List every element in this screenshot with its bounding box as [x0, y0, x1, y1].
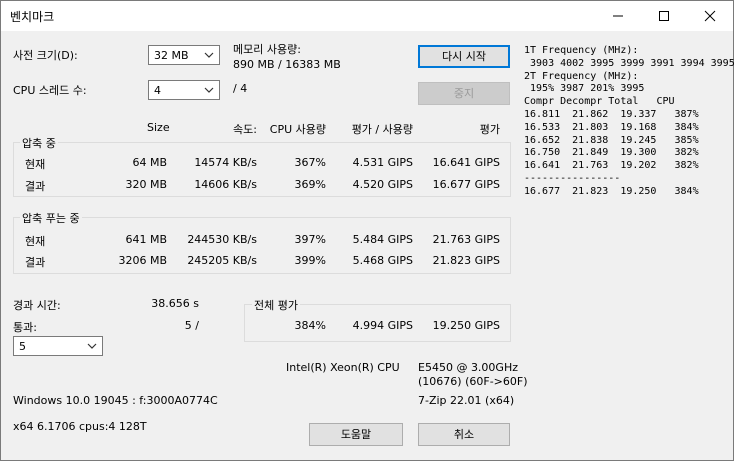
overall-cpu: 384%	[294, 319, 326, 332]
row-speed: 244530 KB/s	[187, 233, 257, 246]
row-avg: 5.468 GIPS	[352, 254, 413, 267]
chevron-down-icon	[204, 52, 214, 58]
log-line: 2T Frequency (MHz):	[524, 70, 639, 82]
restart-button[interactable]: 다시 시작	[418, 45, 510, 68]
row-name: 현재	[25, 158, 46, 171]
cpu-threads-dropdown[interactable]: 4	[148, 80, 220, 100]
maximize-icon	[659, 11, 669, 21]
log-line: 195% 3987 201% 3995	[524, 83, 645, 95]
log-line: 16.750 21.849 19.300 382%	[524, 147, 699, 159]
row-rating: 21.823 GIPS	[432, 254, 500, 267]
header-avg: 평가 / 사용량	[351, 123, 413, 136]
cpu-id: (10676) (60F->60F)	[418, 375, 528, 388]
cancel-button[interactable]: 취소	[418, 423, 510, 446]
row-cpu: 399%	[294, 254, 326, 267]
row-speed: 245205 KB/s	[187, 254, 257, 267]
row-avg: 4.531 GIPS	[352, 156, 413, 169]
row-name: 현재	[25, 235, 46, 248]
row-size: 320 MB	[125, 178, 167, 191]
minimize-icon	[613, 15, 623, 17]
cpu-threads-value: 4	[154, 84, 161, 97]
elapsed-value: 38.656 s	[151, 297, 199, 310]
os-info: Windows 10.0 19045 : f:3000A0774C	[13, 394, 218, 407]
overall-avg: 4.994 GIPS	[352, 319, 413, 332]
overall-group-label: 전체 평가	[252, 297, 300, 313]
close-icon	[704, 10, 716, 22]
passes-label: 통과:	[13, 321, 37, 334]
row-name: 결과	[25, 180, 46, 193]
passes-select-value: 5	[19, 340, 26, 353]
arch-info: x64 6.1706 cpus:4 128T	[13, 420, 147, 433]
row-speed: 14606 KB/s	[194, 178, 257, 191]
title-bar: 벤치마크	[1, 1, 733, 31]
row-cpu: 367%	[294, 156, 326, 169]
memory-usage-label: 메모리 사용량:	[233, 43, 301, 56]
row-speed: 14574 KB/s	[194, 156, 257, 169]
compress-group-label: 압축 중	[20, 135, 58, 151]
log-line: 16.533 21.803 19.168 384%	[524, 121, 699, 133]
cpu-threads-total: / 4	[233, 82, 248, 95]
window-title: 벤치마크	[10, 10, 55, 24]
maximize-button[interactable]	[641, 1, 687, 31]
header-cpu: CPU 사용량	[269, 123, 326, 136]
row-cpu: 369%	[294, 178, 326, 191]
row-cpu: 397%	[294, 233, 326, 246]
zip-version: 7-Zip 22.01 (x64)	[418, 394, 515, 407]
cpu-name: Intel(R) Xeon(R) CPU	[286, 361, 400, 374]
log-line: ----------------	[524, 172, 621, 184]
row-rating: 16.641 GIPS	[432, 156, 500, 169]
cpu-threads-label: CPU 스레드 수:	[13, 84, 87, 97]
decompress-group-label: 압축 푸는 중	[20, 210, 82, 226]
chevron-down-icon	[204, 87, 214, 93]
log-line: 16.811 21.862 19.337 387%	[524, 108, 699, 120]
row-rating: 21.763 GIPS	[432, 233, 500, 246]
row-rating: 16.677 GIPS	[432, 178, 500, 191]
dict-size-dropdown[interactable]: 32 MB	[148, 45, 220, 65]
log-line: 16.677 21.823 19.250 384%	[524, 185, 699, 197]
log-line: Compr Decompr Total CPU	[524, 96, 675, 108]
row-avg: 5.484 GIPS	[352, 233, 413, 246]
dict-size-label: 사전 크기(D):	[13, 49, 78, 62]
row-avg: 4.520 GIPS	[352, 178, 413, 191]
close-button[interactable]	[687, 1, 733, 31]
benchmark-window: 벤치마크 사전 크기(D): 32 MB 메모리 사용량: 890 MB / 1…	[0, 0, 734, 461]
row-size: 64 MB	[132, 156, 167, 169]
passes-value: 5 /	[184, 319, 199, 332]
elapsed-label: 경과 시간:	[13, 299, 61, 312]
log-line: 16.652 21.838 19.245 385%	[524, 134, 699, 146]
passes-dropdown[interactable]: 5	[13, 336, 103, 356]
memory-usage-value: 890 MB / 16383 MB	[233, 58, 341, 71]
minimize-button[interactable]	[595, 1, 641, 31]
log-line: 3903 4002 3995 3999 3991 3994 3995	[524, 57, 734, 69]
log-line: 1T Frequency (MHz):	[524, 45, 639, 56]
overall-rating: 19.250 GIPS	[432, 319, 500, 332]
benchmark-log: 1T Frequency (MHz): 3903 4002 3995 3999 …	[524, 45, 734, 199]
log-line: 16.641 21.763 19.202 382%	[524, 160, 699, 172]
chevron-down-icon	[87, 343, 97, 349]
header-rating: 평가	[479, 123, 500, 136]
stop-button[interactable]: 중지	[418, 82, 510, 105]
dict-size-value: 32 MB	[154, 49, 189, 62]
help-button[interactable]: 도움말	[309, 423, 403, 446]
cpu-model: E5450 @ 3.00GHz	[418, 361, 518, 374]
row-size: 3206 MB	[118, 254, 167, 267]
row-size: 641 MB	[125, 233, 167, 246]
row-name: 결과	[25, 256, 46, 269]
